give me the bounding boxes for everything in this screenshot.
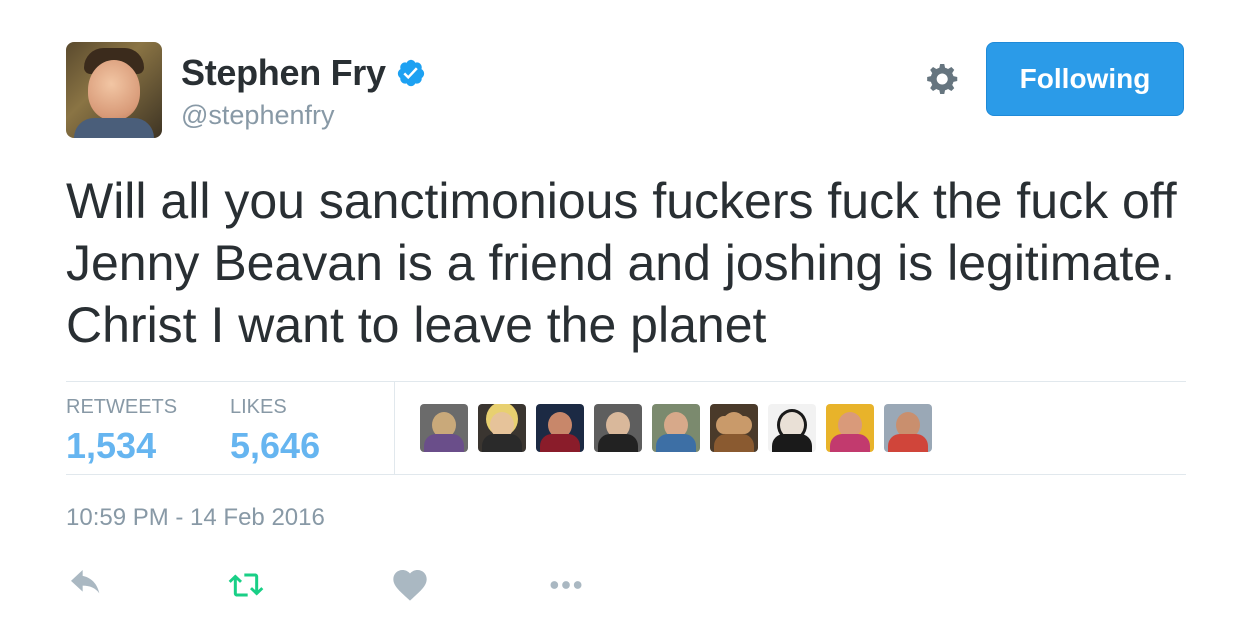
liker-avatar[interactable]	[652, 404, 700, 452]
liker-avatar[interactable]	[768, 404, 816, 452]
like-icon[interactable]	[390, 565, 430, 605]
author-block: Stephen Fry @stephenfry	[181, 52, 426, 131]
tweet-text: Will all you sanctimonious fuckers fuck …	[66, 173, 1177, 353]
liker-avatar[interactable]	[420, 404, 468, 452]
avatar-shirt	[74, 118, 154, 138]
likes-stat[interactable]: LIKES 5,646	[230, 396, 320, 467]
liker-avatar[interactable]	[536, 404, 584, 452]
liker-avatar[interactable]	[826, 404, 874, 452]
author-name[interactable]: Stephen Fry	[181, 52, 386, 94]
following-button[interactable]: Following	[986, 42, 1184, 116]
liker-avatar[interactable]	[710, 404, 758, 452]
reply-icon[interactable]	[66, 565, 106, 605]
retweet-icon[interactable]	[226, 565, 266, 605]
likes-label: LIKES	[230, 396, 287, 418]
tweet-timestamp[interactable]: 10:59 PM - 14 Feb 2016	[66, 504, 325, 532]
more-icon[interactable]	[546, 565, 586, 605]
verified-badge-icon	[398, 59, 425, 87]
retweets-count: 1,534	[66, 425, 157, 466]
author-avatar[interactable]	[66, 42, 162, 138]
liker-avatars	[420, 404, 932, 452]
liker-avatar[interactable]	[594, 404, 642, 452]
stats-divider-vertical	[394, 382, 395, 474]
stats-divider-bottom	[66, 474, 1186, 475]
retweets-stat[interactable]: RETWEETS 1,534	[66, 396, 177, 467]
action-bar	[0, 565, 1252, 605]
stats-divider-top	[66, 381, 1186, 382]
retweets-label: RETWEETS	[66, 396, 178, 418]
avatar-face	[88, 60, 140, 120]
likes-count: 5,646	[230, 425, 321, 466]
liker-avatar[interactable]	[884, 404, 932, 452]
author-handle[interactable]: @stephenfry	[181, 100, 426, 131]
gear-icon[interactable]	[924, 60, 962, 98]
liker-avatar[interactable]	[478, 404, 526, 452]
